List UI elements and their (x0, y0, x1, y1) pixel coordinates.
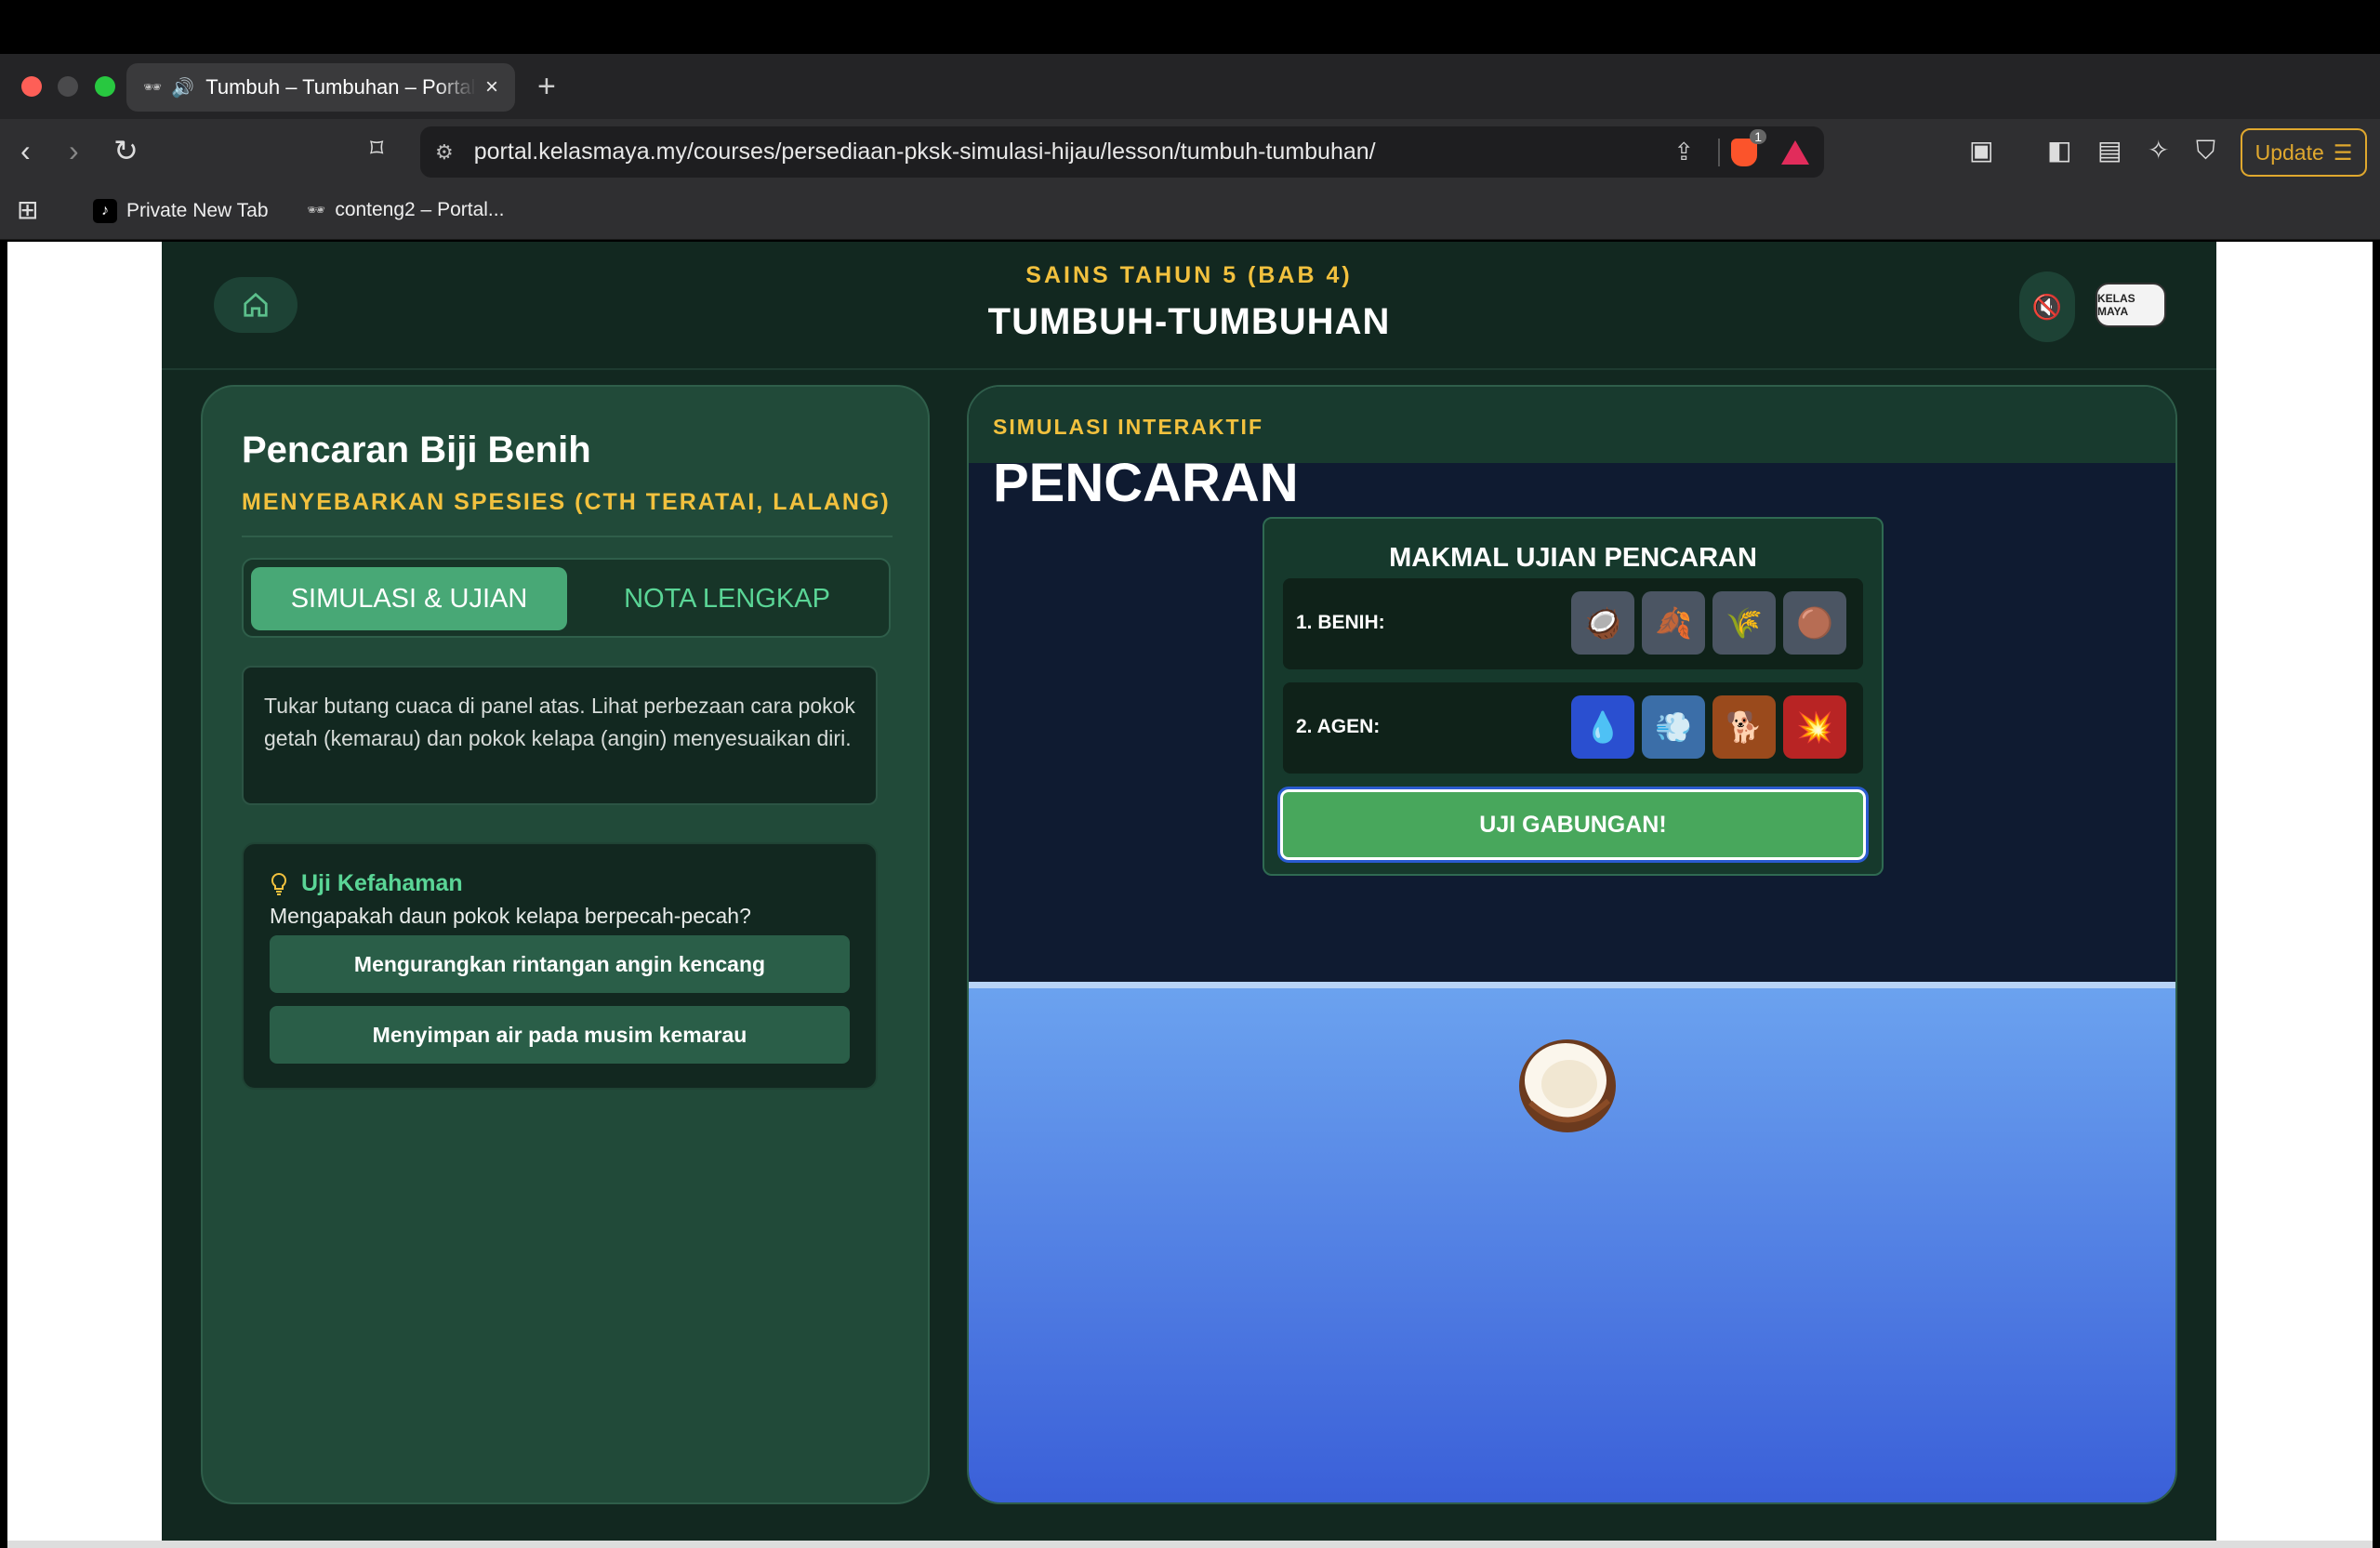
incognito-icon: 🕶 (143, 80, 163, 96)
quiz-heading: Uji Kefahaman (270, 870, 463, 897)
sidebar-icon[interactable]: ◧ (2047, 138, 2071, 164)
agent-label: 2. AGEN: (1296, 716, 1381, 737)
divider (242, 536, 892, 537)
bookmark-label: Private New Tab (126, 200, 269, 221)
simulation-title: PENCARAN (993, 453, 1299, 513)
incognito-icon: 🕶 (307, 203, 326, 218)
coconut-seed-icon (1519, 1039, 1616, 1132)
close-window-button[interactable] (21, 76, 42, 97)
brave-shields-icon[interactable]: 1 (1731, 128, 1766, 166)
seed-coconut-button[interactable]: 🥥 (1571, 591, 1634, 655)
agent-wind-button[interactable]: 💨 (1642, 695, 1705, 759)
tab-title: Tumbuh – Tumbuhan – Portal (205, 75, 476, 99)
bookmark-private-new-tab[interactable]: ♪ Private New Tab (93, 199, 269, 223)
tab-nota-lengkap[interactable]: NOTA LENGKAP (569, 567, 885, 630)
tiktok-icon: ♪ (93, 199, 117, 223)
quiz-heading-text: Uji Kefahaman (301, 870, 463, 896)
share-icon[interactable]: ⇪ (1673, 138, 1694, 166)
leo-ai-icon[interactable]: ✧ (2148, 138, 2169, 164)
lightbulb-icon (271, 872, 287, 895)
mute-icon: 🔇 (2031, 292, 2063, 321)
back-icon[interactable]: ‹ (20, 136, 31, 165)
reader-mode-icon[interactable]: ▣ (1969, 138, 1993, 164)
speaker-icon[interactable]: 🔊 (171, 76, 194, 99)
lesson-app: SAINS TAHUN 5 (BAB 4) TUMBUH-TUMBUHAN 🔇 … (162, 242, 2216, 1541)
vpn-shield-icon[interactable]: ⛉ (2196, 138, 2215, 164)
quiz-question: Mengapakah daun pokok kelapa berpecah-pe… (270, 904, 751, 928)
wallet-icon[interactable]: ▤ (2097, 138, 2122, 164)
quiz-option-2[interactable]: Menyimpan air pada musim kemarau (270, 1006, 850, 1064)
agent-selector-row: 2. AGEN: 💧 💨 🐕 💥 (1283, 682, 1863, 774)
reload-icon[interactable]: ↻ (113, 136, 139, 165)
forward-icon[interactable]: › (69, 136, 79, 165)
url-text: portal.kelasmaya.my/courses/persediaan-p… (473, 139, 1376, 165)
seed-grass-button[interactable]: 🌾 (1712, 591, 1776, 655)
kelasmaya-logo: KELAS MAYA (2096, 283, 2166, 327)
mode-tabs: SIMULASI & UJIAN NOTA LENGKAP (242, 558, 891, 638)
lesson-subtitle: MENYEBARKAN SPESIES (CTH TERATAI, LALANG… (242, 489, 891, 515)
shields-badge: 1 (1750, 128, 1766, 144)
agent-animal-button[interactable]: 🐕 (1712, 695, 1776, 759)
minimize-window-button[interactable] (58, 76, 78, 97)
menu-bar-area (0, 0, 2380, 54)
bookmark-icon[interactable]: ⌑ (370, 136, 383, 162)
seed-selector-row: 1. BENIH: 🥥 🍂 🌾 🟤 (1283, 578, 1863, 669)
bookmark-conteng2[interactable]: 🕶 conteng2 – Portal... (307, 199, 504, 221)
lab-title: MAKMAL UJIAN PENCARAN (1389, 543, 1757, 573)
simulation-panel: SIMULASI INTERAKTIF PENCARAN MAKMAL UJIA… (967, 385, 2177, 1504)
test-combination-button[interactable]: UJI GABUNGAN! (1277, 787, 1869, 863)
mute-button[interactable]: 🔇 (2019, 271, 2075, 342)
quiz-option-1[interactable]: Mengurangkan rintangan angin kencang (270, 935, 850, 993)
lesson-header: SAINS TAHUN 5 (BAB 4) TUMBUH-TUMBUHAN 🔇 … (162, 242, 2216, 370)
browser-tab-active[interactable]: 🕶 🔊 Tumbuh – Tumbuhan – Portal × (126, 63, 515, 112)
seed-leaf-button[interactable]: 🍂 (1642, 591, 1705, 655)
simulation-tag: SIMULASI INTERAKTIF (993, 415, 1263, 439)
site-settings-icon[interactable]: ⚙ (435, 140, 454, 165)
instructions-box: Tukar butang cuaca di panel atas. Lihat … (242, 666, 878, 805)
divider (1718, 138, 1720, 166)
update-button[interactable]: Update ☰ (2241, 128, 2367, 177)
lesson-title: Pencaran Biji Benih (242, 430, 591, 470)
quiz-card: Uji Kefahaman Mengapakah daun pokok kela… (242, 842, 878, 1090)
agent-water-button[interactable]: 💧 (1571, 695, 1634, 759)
new-tab-button[interactable]: + (537, 69, 556, 105)
dispersal-lab-card: MAKMAL UJIAN PENCARAN 1. BENIH: 🥥 🍂 🌾 🟤 … (1263, 517, 1884, 876)
update-label: Update (2254, 139, 2324, 165)
hamburger-menu-icon: ☰ (2333, 139, 2353, 165)
seed-label: 1. BENIH: (1296, 612, 1385, 633)
bookmark-label: conteng2 – Portal... (335, 199, 505, 220)
seed-pod-button[interactable]: 🟤 (1783, 591, 1846, 655)
agent-explosion-button[interactable]: 💥 (1783, 695, 1846, 759)
lesson-sidebar-panel: Pencaran Biji Benih MENYEBARKAN SPESIES … (201, 385, 930, 1504)
address-bar[interactable]: ⚙ portal.kelasmaya.my/courses/persediaan… (420, 126, 1824, 178)
close-tab-icon[interactable]: × (485, 74, 498, 100)
page-title: TUMBUH-TUMBUHAN (987, 301, 1391, 342)
brave-rewards-icon[interactable] (1781, 139, 1809, 165)
apps-grid-icon[interactable]: ⊞ (17, 197, 38, 223)
zoom-window-button[interactable] (95, 76, 115, 97)
course-subtitle: SAINS TAHUN 5 (BAB 4) (1025, 262, 1353, 288)
bottom-edge (7, 1541, 2373, 1548)
tab-simulasi-ujian[interactable]: SIMULASI & UJIAN (251, 567, 567, 630)
